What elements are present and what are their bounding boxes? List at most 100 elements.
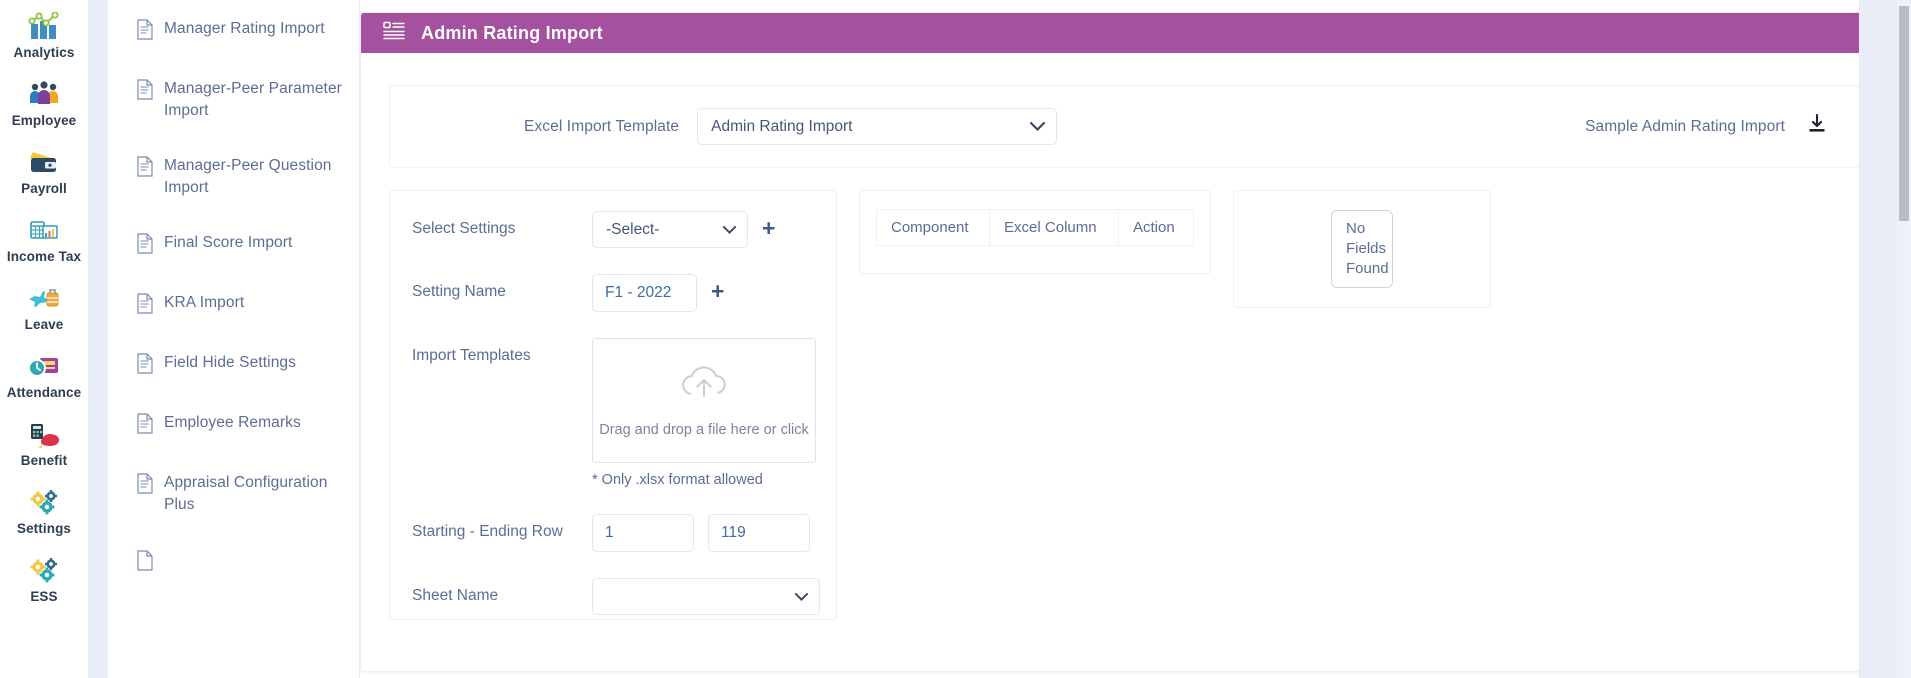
page-title: Admin Rating Import xyxy=(421,22,603,43)
rail-item-attendance[interactable]: Attendance xyxy=(0,346,88,414)
rail-label: ESS xyxy=(30,589,58,604)
scrollbar-thumb[interactable] xyxy=(1899,6,1909,221)
benefit-icon xyxy=(27,418,61,451)
add-setting-button[interactable]: + xyxy=(762,211,775,245)
file-dropzone[interactable]: Drag and drop a file here or click xyxy=(592,338,816,463)
rail-label: Attendance xyxy=(6,385,82,400)
setting-name-row: Setting Name + xyxy=(412,274,814,312)
rail-label: Settings xyxy=(16,521,72,536)
rail-item-ess[interactable]: ESS xyxy=(0,550,88,618)
leave-icon xyxy=(27,282,61,315)
admin-rating-import-panel: Admin Rating Import Excel Import Templat… xyxy=(360,12,1889,672)
document-icon xyxy=(136,233,154,259)
xlsx-format-note: * Only .xlsx format allowed xyxy=(592,472,763,488)
rail-label: Analytics xyxy=(13,45,75,60)
panel-header: Admin Rating Import xyxy=(361,13,1888,53)
rail-label: Benefit xyxy=(20,453,68,468)
document-icon xyxy=(136,293,154,319)
rail-label: Income Tax xyxy=(6,249,82,264)
fields-panel: No Fields Found xyxy=(1233,190,1491,308)
select-settings-dropdown[interactable]: -Select- xyxy=(592,211,748,248)
income-tax-icon xyxy=(27,214,61,247)
sidebar-item-label: Employee Remarks xyxy=(164,414,301,431)
sidebar-item-partial[interactable] xyxy=(108,549,359,576)
analytics-icon xyxy=(27,10,61,43)
setting-name-label: Setting Name xyxy=(412,283,506,300)
rail-label: Employee xyxy=(11,113,77,128)
rail-item-employee[interactable]: Employee xyxy=(0,74,88,142)
column-header-excel-column: Excel Column xyxy=(989,209,1119,246)
sheet-name-row: Sheet Name xyxy=(412,578,820,615)
document-icon xyxy=(136,19,154,45)
no-fields-found-message: No Fields Found xyxy=(1331,210,1393,288)
app-root: Analytics Employee Payroll Income Tax Le… xyxy=(0,0,1911,678)
column-header-action: Action xyxy=(1117,209,1195,246)
select-settings-label: Select Settings xyxy=(412,220,516,237)
rail-item-payroll[interactable]: Payroll xyxy=(0,142,88,210)
sidebar-item-field-hide-settings[interactable]: Field Hide Settings xyxy=(108,352,359,379)
sidebar-item-final-score-import[interactable]: Final Score Import xyxy=(108,232,359,259)
rail-item-benefit[interactable]: Benefit xyxy=(0,414,88,482)
rail-divider-strip xyxy=(88,0,108,678)
rail-item-income-tax[interactable]: Income Tax xyxy=(0,210,88,278)
add-setting-name-button[interactable]: + xyxy=(711,274,724,308)
import-templates-row: Import Templates Drag and drop a file he… xyxy=(412,338,816,488)
rail-item-analytics[interactable]: Analytics xyxy=(0,6,88,74)
sidebar-item-label: Manager Rating Import xyxy=(164,20,325,37)
dropzone-text: Drag and drop a file here or click xyxy=(599,422,809,438)
select-settings-row: Select Settings -Select- + xyxy=(412,211,814,248)
sidebar-item-manager-peer-parameter-import[interactable]: Manager-Peer Parameter Import xyxy=(108,78,359,122)
settings-icon xyxy=(27,486,61,519)
rail-label: Leave xyxy=(24,317,64,332)
import-templates-label: Import Templates xyxy=(412,347,531,364)
sidebar-item-label: Field Hide Settings xyxy=(164,354,296,371)
attendance-icon xyxy=(27,350,61,383)
secondary-nav: Manager Rating Import Manager-Peer Param… xyxy=(108,0,360,678)
rail-item-leave[interactable]: Leave xyxy=(0,278,88,346)
sample-download-label: Sample Admin Rating Import xyxy=(1585,117,1785,135)
document-icon xyxy=(136,156,154,182)
cloud-upload-icon xyxy=(676,363,732,408)
sidebar-item-kra-import[interactable]: KRA Import xyxy=(108,292,359,319)
employee-icon xyxy=(27,78,61,111)
sidebar-item-label: Final Score Import xyxy=(164,234,293,251)
page-scrollbar[interactable] xyxy=(1897,0,1911,678)
payroll-icon xyxy=(27,146,61,179)
sidebar-item-manager-peer-question-import[interactable]: Manager-Peer Question Import xyxy=(108,155,359,199)
download-icon[interactable] xyxy=(1807,113,1827,139)
main-content: Admin Rating Import Excel Import Templat… xyxy=(360,0,1911,678)
sidebar-item-label: Manager-Peer Parameter Import xyxy=(164,80,342,119)
ess-icon xyxy=(27,554,61,587)
sidebar-item-manager-rating-import[interactable]: Manager Rating Import xyxy=(108,18,359,45)
primary-nav-rail: Analytics Employee Payroll Income Tax Le… xyxy=(0,0,88,678)
mapping-table: Component Excel Column Action xyxy=(875,209,1195,246)
sheet-name-dropdown[interactable] xyxy=(592,578,820,615)
rail-label: Payroll xyxy=(21,181,67,196)
sidebar-item-label: KRA Import xyxy=(164,294,245,311)
excel-import-template-select[interactable]: Admin Rating Import xyxy=(697,108,1058,145)
excel-import-template-section: Excel Import Template Admin Rating Impor… xyxy=(389,85,1860,168)
row-range-row: Starting - Ending Row xyxy=(412,514,814,552)
document-icon xyxy=(136,413,154,439)
document-icon xyxy=(136,353,154,379)
sidebar-item-label: Appraisal Configuration Plus xyxy=(164,474,328,513)
document-icon xyxy=(136,550,154,576)
table-header-row: Component Excel Column Action xyxy=(875,209,1195,246)
import-form-card: Select Settings -Select- + Setting Name … xyxy=(389,190,837,620)
sidebar-item-label: Manager-Peer Question Import xyxy=(164,157,332,196)
row-range-label: Starting - Ending Row xyxy=(412,523,563,540)
sheet-name-label: Sheet Name xyxy=(412,587,499,604)
sidebar-item-employee-remarks[interactable]: Employee Remarks xyxy=(108,412,359,439)
mapping-table-card: Component Excel Column Action xyxy=(859,190,1211,274)
document-icon xyxy=(136,79,154,105)
import-body: Select Settings -Select- + Setting Name … xyxy=(389,190,1860,620)
document-icon xyxy=(136,473,154,499)
starting-row-input[interactable] xyxy=(592,514,694,552)
sidebar-item-appraisal-configuration-plus[interactable]: Appraisal Configuration Plus xyxy=(108,472,359,516)
setting-name-input[interactable] xyxy=(592,274,697,312)
list-settings-icon xyxy=(383,21,405,46)
excel-import-template-label: Excel Import Template xyxy=(524,117,680,135)
column-header-component: Component xyxy=(875,209,991,246)
rail-item-settings[interactable]: Settings xyxy=(0,482,88,550)
ending-row-input[interactable] xyxy=(708,514,810,552)
